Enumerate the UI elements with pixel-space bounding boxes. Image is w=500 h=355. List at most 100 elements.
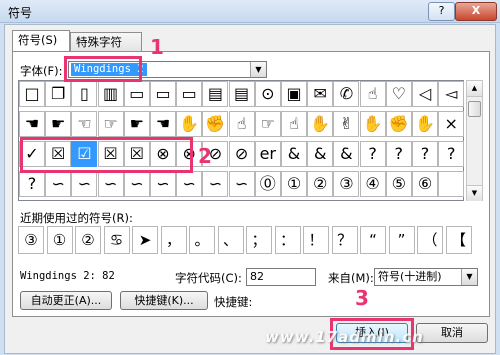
- recent-symbol-cell[interactable]: （: [417, 226, 443, 254]
- symbol-cell[interactable]: ④: [359, 171, 386, 197]
- symbol-cell[interactable]: ▣: [281, 81, 307, 107]
- symbol-cell[interactable]: ③: [333, 171, 360, 197]
- symbol-cell[interactable]: □: [19, 81, 45, 107]
- symbol-cell[interactable]: [438, 171, 465, 197]
- char-code-label: 字符代码(C):: [175, 271, 242, 285]
- symbol-cell[interactable]: ∽: [150, 171, 176, 197]
- scroll-thumb[interactable]: [468, 101, 481, 117]
- char-code-input[interactable]: 82: [246, 268, 316, 286]
- symbol-cell[interactable]: ∽: [228, 171, 255, 197]
- symbol-cell[interactable]: ✆: [333, 81, 360, 107]
- symbol-cell[interactable]: ✊: [385, 111, 412, 137]
- symbol-cell[interactable]: ⓪: [254, 171, 281, 197]
- symbol-cell[interactable]: ①: [281, 171, 307, 197]
- recent-symbol-cell[interactable]: ！: [303, 226, 329, 254]
- symbol-cell[interactable]: ☜: [71, 111, 98, 137]
- symbol-cell[interactable]: ▥: [97, 81, 124, 107]
- recent-symbol-cell[interactable]: ①: [46, 226, 73, 254]
- symbol-cell[interactable]: er: [254, 141, 281, 167]
- symbol-cell[interactable]: ▤: [228, 81, 255, 107]
- symbol-cell[interactable]: ☚: [150, 111, 176, 137]
- chevron-down-icon[interactable]: ▼: [250, 62, 266, 77]
- symbol-cell[interactable]: ⑥: [412, 171, 438, 197]
- symbol-cell[interactable]: ∽: [176, 171, 203, 197]
- symbol-cell[interactable]: ∽: [97, 171, 124, 197]
- symbol-cell[interactable]: ⑤: [385, 171, 412, 197]
- recent-symbol-cell[interactable]: “: [360, 226, 386, 254]
- symbol-cell[interactable]: ☝: [228, 111, 255, 137]
- symbol-cell[interactable]: &: [333, 141, 360, 167]
- help-button[interactable]: ?: [428, 2, 455, 21]
- symbol-cell[interactable]: ∽: [45, 171, 72, 197]
- symbol-cell[interactable]: ▭: [150, 81, 176, 107]
- recent-symbol-cell[interactable]: 。: [189, 226, 215, 254]
- scroll-down-icon[interactable]: ▼: [467, 185, 482, 201]
- symbol-cell[interactable]: ?: [19, 171, 45, 197]
- symbol-cell[interactable]: ✋: [359, 111, 386, 137]
- symbol-cell[interactable]: ☝: [359, 81, 386, 107]
- autocorrect-button[interactable]: 自动更正(A)...: [20, 291, 112, 310]
- symbol-cell[interactable]: ×: [438, 111, 465, 137]
- symbol-cell[interactable]: ✋: [412, 111, 438, 137]
- symbol-cell[interactable]: ▭: [123, 81, 150, 107]
- shortcut-key-button[interactable]: 快捷键(K)...: [120, 291, 208, 310]
- symbol-cell[interactable]: &: [281, 141, 307, 167]
- symbol-cell[interactable]: ▯: [71, 81, 98, 107]
- symbol-cell[interactable]: ☝: [281, 111, 307, 137]
- symbol-cell[interactable]: ?: [438, 141, 465, 167]
- symbol-cell[interactable]: ▭: [176, 81, 203, 107]
- chevron-down-icon[interactable]: ▼: [461, 269, 477, 285]
- recent-symbol-cell[interactable]: ♋: [103, 226, 130, 254]
- scroll-up-icon[interactable]: ▲: [467, 81, 482, 97]
- symbol-cell[interactable]: ✌: [333, 111, 360, 137]
- recent-symbol-cell[interactable]: ”: [388, 226, 415, 254]
- shortcut-label: 快捷键:: [214, 295, 253, 309]
- recent-symbols-row: ③ ① ② ♋ ➤，。、；：！？ “” （【: [18, 226, 481, 256]
- annotation-step-1: 1: [150, 35, 164, 59]
- symbol-cell[interactable]: ☞: [254, 111, 281, 137]
- recent-symbol-cell[interactable]: ②: [75, 226, 101, 254]
- tab-symbols[interactable]: 符号(S): [12, 30, 70, 52]
- symbol-cell[interactable]: ⊙: [254, 81, 281, 107]
- recent-symbol-cell[interactable]: ③: [18, 226, 44, 254]
- symbol-cell[interactable]: ☛: [123, 111, 150, 137]
- title-bar: 符号 ? X: [0, 0, 500, 23]
- recent-symbol-cell[interactable]: ：: [274, 226, 301, 254]
- grid-scrollbar[interactable]: ▲ ▼: [466, 80, 483, 201]
- symbol-cell[interactable]: ②: [307, 171, 334, 197]
- highlight-checkbox-symbols: [20, 137, 193, 173]
- symbol-cell[interactable]: ✋: [176, 111, 203, 137]
- symbol-cell[interactable]: ?: [412, 141, 438, 167]
- symbol-cell[interactable]: ⊘: [228, 141, 255, 167]
- font-label: 字体(F):: [20, 64, 63, 78]
- symbol-cell[interactable]: ◅: [438, 81, 465, 107]
- symbol-cell[interactable]: ✉: [307, 81, 334, 107]
- cancel-button[interactable]: 取消: [416, 323, 488, 343]
- close-button[interactable]: X: [455, 2, 497, 21]
- symbol-cell[interactable]: ✋: [307, 111, 334, 137]
- symbol-cell[interactable]: ✊: [202, 111, 229, 137]
- recent-symbol-cell[interactable]: 【: [445, 226, 472, 254]
- recent-symbol-cell[interactable]: 、: [217, 226, 244, 254]
- symbol-cell[interactable]: ∽: [71, 171, 98, 197]
- symbol-cell[interactable]: ∽: [123, 171, 150, 197]
- annotation-step-2: 2: [198, 144, 212, 168]
- recent-symbol-cell[interactable]: ➤: [132, 226, 158, 254]
- from-dropdown[interactable]: 符号(十进制) ▼: [374, 268, 478, 286]
- symbol-cell[interactable]: ❐: [45, 81, 72, 107]
- symbol-cell[interactable]: ◁: [412, 81, 438, 107]
- symbol-cell[interactable]: ☛: [45, 111, 72, 137]
- symbol-cell[interactable]: ∽: [202, 171, 229, 197]
- symbol-cell[interactable]: ?: [385, 141, 412, 167]
- recent-symbol-cell[interactable]: ，: [160, 226, 187, 254]
- tab-special-characters[interactable]: 特殊字符(P): [70, 32, 142, 68]
- symbol-cell[interactable]: ☚: [19, 111, 45, 137]
- symbol-cell[interactable]: ▤: [202, 81, 229, 107]
- recent-symbol-cell[interactable]: ；: [246, 226, 272, 254]
- symbol-cell[interactable]: ?: [359, 141, 386, 167]
- recent-symbol-cell[interactable]: ？: [331, 226, 358, 254]
- from-value: 符号(十进制): [378, 270, 442, 283]
- symbol-cell[interactable]: ☞: [97, 111, 124, 137]
- symbol-cell[interactable]: ♡: [385, 81, 412, 107]
- symbol-cell[interactable]: &: [307, 141, 334, 167]
